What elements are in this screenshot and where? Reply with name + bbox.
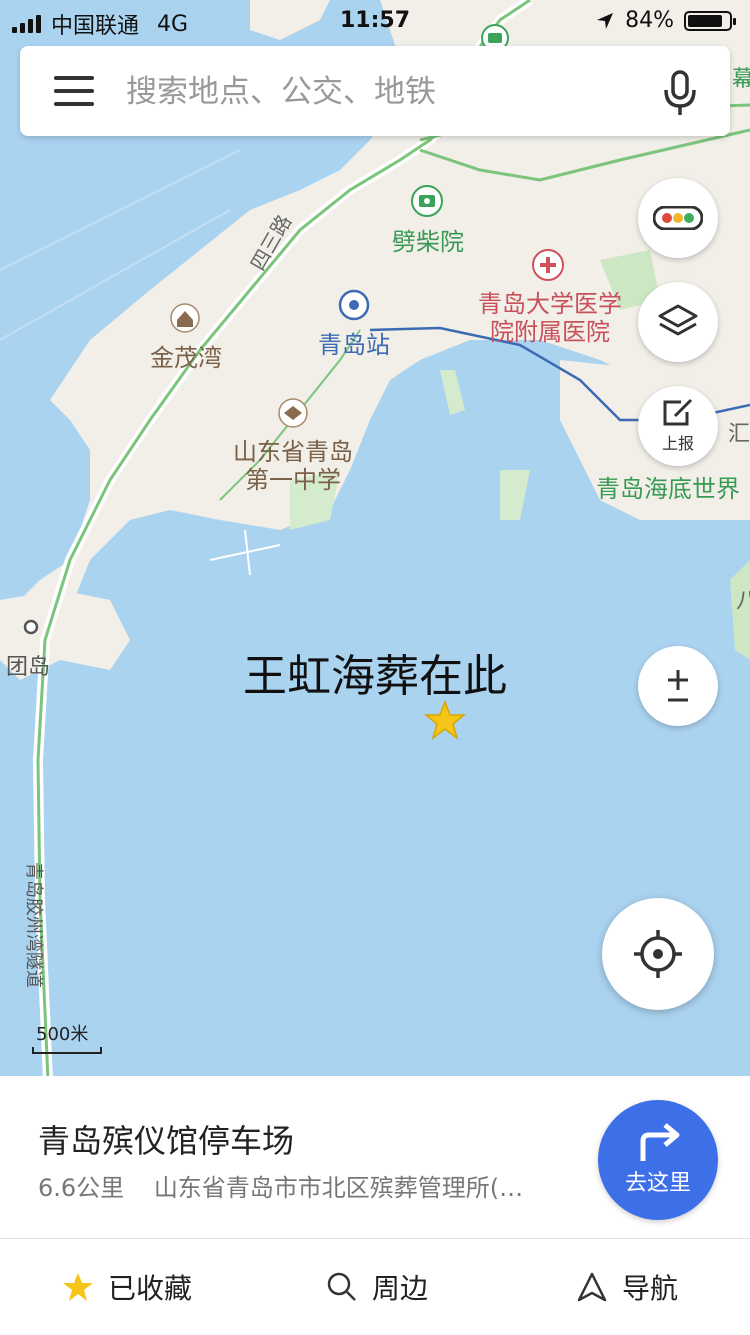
place-address: 山东省青岛市市北区殡葬管理所(… bbox=[153, 1174, 524, 1202]
battery-icon bbox=[684, 10, 736, 31]
scale-label: 500米 bbox=[36, 1024, 89, 1045]
search-input[interactable] bbox=[124, 66, 648, 118]
label-hospital-line2: 院附属医院 bbox=[490, 318, 610, 346]
tuandao-poi-icon bbox=[23, 619, 39, 635]
label-tunnel: 青岛胶州湾隧道 bbox=[23, 862, 44, 988]
microphone-icon[interactable] bbox=[660, 68, 700, 118]
scale-bar: 500米 bbox=[32, 1020, 102, 1054]
label-edge-hui: 汇 bbox=[728, 422, 750, 447]
search-icon bbox=[327, 1272, 356, 1301]
traffic-light-icon bbox=[653, 206, 703, 230]
tab-saved-label: 已收藏 bbox=[108, 1272, 193, 1305]
search-bar bbox=[20, 46, 730, 136]
navigation-arrow-icon bbox=[577, 1272, 607, 1302]
go-here-label: 去这里 bbox=[624, 1171, 691, 1196]
crosshair-icon bbox=[634, 930, 682, 978]
traffic-toggle-button[interactable] bbox=[638, 178, 718, 258]
bottom-tab-bar: 已收藏 周边 导航 bbox=[0, 1238, 750, 1335]
label-edge-ba: 八 bbox=[736, 589, 750, 614]
place-meta: 6.6公里 山东省青岛市市北区殡葬管理所(… bbox=[38, 1168, 545, 1203]
label-hospital-line1: 青岛大学医学 bbox=[478, 290, 622, 318]
location-arrow-icon bbox=[597, 12, 614, 29]
go-here-button[interactable]: 去这里 bbox=[598, 1100, 718, 1220]
turn-right-arrow-icon bbox=[640, 1123, 680, 1161]
report-label: 上报 bbox=[661, 434, 694, 453]
label-station: 青岛站 bbox=[318, 331, 390, 359]
tab-nearby[interactable]: 周边 bbox=[326, 1239, 428, 1335]
place-distance: 6.6公里 bbox=[38, 1174, 125, 1202]
label-edge-mu: 幕 bbox=[732, 67, 750, 92]
label-aquarium: 青岛海底世界 bbox=[596, 475, 740, 503]
status-bar: 中国联通 4G 11:57 84% bbox=[0, 0, 750, 44]
edit-icon bbox=[663, 398, 693, 426]
my-location-button[interactable] bbox=[602, 898, 714, 1010]
menu-icon[interactable] bbox=[54, 76, 94, 106]
tab-nearby-label: 周边 bbox=[372, 1272, 429, 1305]
tab-navigate-label: 导航 bbox=[622, 1272, 679, 1305]
layers-icon bbox=[658, 304, 698, 336]
report-button[interactable]: 上报 bbox=[638, 386, 718, 466]
battery-percent: 84% bbox=[625, 8, 674, 33]
label-school-line2: 第一中学 bbox=[245, 466, 341, 494]
marker-label: 王虹海葬在此 bbox=[243, 651, 507, 702]
label-school-line1: 山东省青岛 bbox=[233, 438, 353, 466]
label-pichaiyuan: 劈柴院 bbox=[392, 228, 464, 256]
place-title: 青岛殡仪馆停车场 bbox=[38, 1122, 295, 1160]
tab-saved[interactable]: 已收藏 bbox=[62, 1239, 192, 1335]
label-jinmaowan: 金茂湾 bbox=[150, 344, 222, 372]
star-icon bbox=[63, 1273, 93, 1301]
place-panel[interactable]: 青岛殡仪馆停车场 6.6公里 山东省青岛市市北区殡葬管理所(… 去这里 bbox=[0, 1076, 750, 1238]
map-layers-button[interactable] bbox=[638, 282, 718, 362]
tab-navigate[interactable]: 导航 bbox=[576, 1239, 678, 1335]
